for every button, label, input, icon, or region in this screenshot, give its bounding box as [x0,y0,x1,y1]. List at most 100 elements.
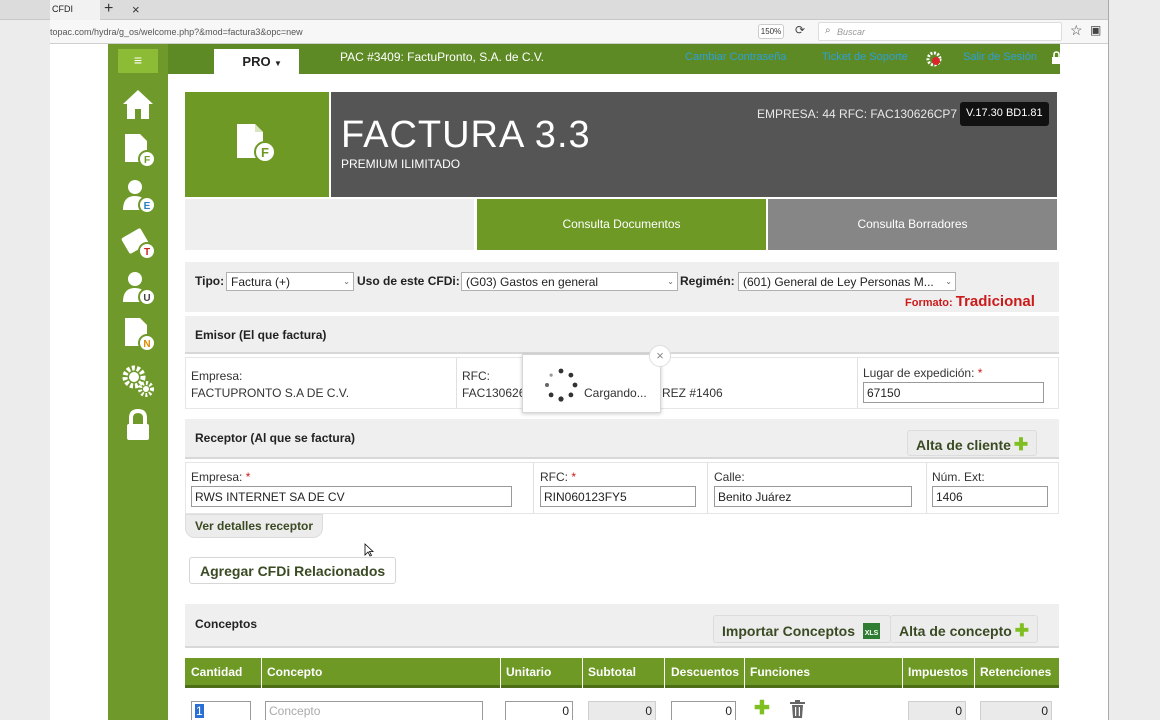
col-unitario: Unitario [506,665,552,679]
menu-toggle-button[interactable]: ≡ [118,49,158,73]
empresa-rfc-info: EMPRESA: 44 RFC: FAC130626CP7 [757,107,958,121]
concepto-input[interactable]: Concepto [265,701,483,720]
receptor-row: Empresa: * RWS INTERNET SA DE CV RFC: * … [185,462,1059,514]
svg-text:F: F [144,155,150,166]
emisor-address-value: REZ #1406 [662,386,723,400]
pro-label: PRO [242,54,271,69]
nomina-document-icon[interactable]: N [120,316,156,352]
emisor-empresa-label: Empresa: [191,369,243,383]
receptor-rfc-label: RFC: * [540,470,576,484]
cantidad-input[interactable]: 1 [191,701,251,720]
emisor-empresa-value: FACTUPRONTO S.A DE C.V. [191,386,350,400]
browser-tab[interactable]: CFDI × [50,0,140,20]
receptor-empresa-text: Empresa: [191,470,243,484]
calle-input[interactable]: Benito Juárez [714,486,912,507]
search-placeholder: Buscar [837,27,866,37]
url-field[interactable]: topac.com/hydra/g_os/welcome.php?&mod=fa… [50,27,303,37]
clipboard-icon[interactable]: ▣ [1090,23,1101,37]
col-impuestos: Impuestos [908,665,969,679]
formato-value[interactable]: Tradicional [956,293,1035,310]
tipo-select[interactable]: Factura (+) ⌄ [226,272,354,291]
browser-tab-bar: CFDI × + [0,0,1160,20]
chevron-down-icon: ▼ [274,59,282,68]
descuentos-input[interactable]: 0 [671,701,736,720]
lock-icon[interactable] [120,408,156,444]
alta-cliente-button[interactable]: Alta de cliente ✚ [907,430,1038,456]
receptor-rfc-input[interactable]: RIN060123FY5 [540,486,696,507]
zoom-level[interactable]: 150% [758,24,784,39]
svg-text:E: E [144,201,151,212]
required-marker: * [977,366,983,380]
alta-concepto-button[interactable]: Alta de concepto ✚ [890,615,1039,643]
unitario-input[interactable]: 0 [505,701,573,720]
formato-indicator: Formato: Tradicional [905,293,1035,310]
search-icon: ⌕ [825,25,831,36]
lugar-expedicion-input[interactable]: 67150 [863,382,1044,403]
conceptos-title: Conceptos [195,617,258,631]
tab-consulta-borradores[interactable]: Consulta Borradores [768,199,1057,250]
new-tab-icon[interactable]: + [104,0,113,18]
required-marker: * [245,470,251,484]
divider [974,658,975,688]
top-bar: PRO ▼ PAC #3409: FactuPronto, S.A. de C.… [168,44,1061,74]
ver-detalles-receptor-button[interactable]: Ver detalles receptor [185,514,324,538]
home-icon[interactable] [120,86,156,122]
mouse-cursor-icon [364,543,374,557]
close-tab-icon[interactable]: × [132,2,140,17]
emisor-header: Emisor (El que factura) [185,316,1059,354]
xls-file-icon: XLS [862,623,880,639]
support-gear-icon [926,51,942,67]
pro-dropdown[interactable]: PRO ▼ [214,49,299,74]
divider [744,658,745,688]
col-cantidad: Cantidad [191,665,243,679]
importar-conceptos-button[interactable]: Importar Conceptos XLS [713,615,891,643]
regimen-select[interactable]: (601) General de Ley Personas M... ⌄ [738,272,956,291]
header-banner: FACTURA 3.3 PREMIUM ILIMITADO EMPRESA: 4… [331,92,1057,197]
divider [664,658,665,688]
num-ext-input[interactable]: 1406 [932,486,1048,507]
emisor-rfc-value: FAC130626 [462,386,526,400]
loading-modal: × Cargando... [522,345,671,413]
reload-icon[interactable]: ⟳ [795,23,805,37]
col-subtotal: Subtotal [588,665,636,679]
tab-placeholder [185,199,474,250]
support-ticket-link[interactable]: Ticket de Soporte [822,51,908,63]
factura-logo-panel: F [185,92,329,197]
subtotal-field: 0 [588,701,656,720]
divider [582,658,583,688]
tab-consulta-documentos[interactable]: Consulta Documentos [477,199,766,250]
table-row: 1 Concepto 0 0 0 ✚ 0 0 [185,691,1059,720]
ticket-icon[interactable]: T [120,224,156,260]
conceptos-table-header: Cantidad Concepto Unitario Subtotal Desc… [185,658,1059,688]
browser-tab-title: CFDI [52,4,73,14]
col-descuentos: Descuentos [671,665,740,679]
sidebar: ≡ F E T U N [108,44,168,720]
uso-cfdi-value: (G03) Gastos en general [466,275,599,289]
divider [902,658,903,688]
factura-logo-icon: F [237,124,276,163]
tipo-label: Tipo: [195,274,225,288]
receptor-rfc-text: RFC: [540,470,568,484]
receptor-header: Receptor (Al que se factura) Alta de cli… [185,419,1059,459]
receptor-empresa-input[interactable]: RWS INTERNET SA DE CV [191,486,512,507]
uso-cfdi-label: Uso de este CFDi: [357,274,460,288]
svg-text:XLS: XLS [865,630,879,637]
browser-search-input[interactable]: ⌕ Buscar [818,22,1062,41]
window-left-margin [0,20,50,720]
add-row-plus-icon[interactable]: ✚ [754,697,770,720]
agregar-cfdi-relacionados-button[interactable]: Agregar CFDi Relacionados [189,557,397,584]
trash-icon[interactable] [789,700,806,718]
loading-spinner-icon [545,368,578,402]
factura-document-icon[interactable]: F [120,132,156,168]
employee-icon[interactable]: E [120,178,156,214]
change-password-link[interactable]: Cambiar Contraseña [685,51,787,63]
user-icon[interactable]: U [120,270,156,306]
bookmark-star-icon[interactable]: ☆ [1070,22,1083,39]
settings-gears-icon[interactable] [120,362,156,398]
tipo-value: Factura (+) [231,275,291,289]
col-concepto: Concepto [267,665,323,679]
logout-link[interactable]: Salir de Sesión [963,51,1037,63]
uso-cfdi-select[interactable]: (G03) Gastos en general ⌄ [461,272,678,291]
plus-icon: ✚ [1013,435,1029,454]
close-icon[interactable]: × [649,345,671,367]
